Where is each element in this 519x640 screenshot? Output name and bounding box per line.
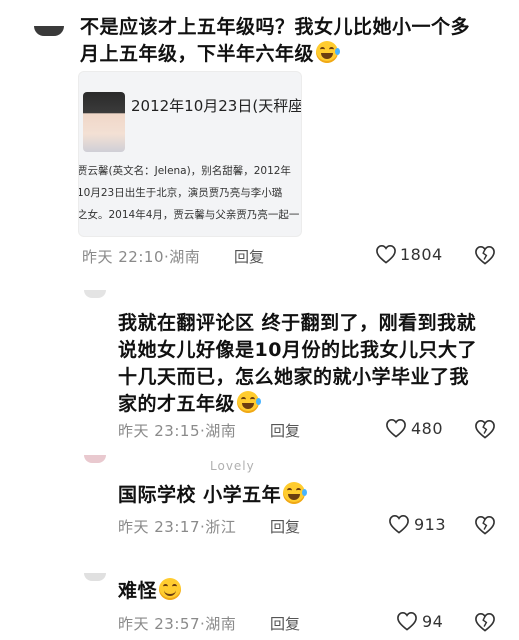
comment-time: 昨天 22:10 xyxy=(82,248,164,266)
like-button[interactable]: 94 xyxy=(396,611,443,631)
broken-heart-icon[interactable] xyxy=(474,612,496,632)
heart-outline-icon xyxy=(386,418,406,438)
commenter-avatar[interactable] xyxy=(84,290,106,298)
comment-meta: 昨天 22:10·湖南 xyxy=(82,248,201,266)
commenter-avatar[interactable] xyxy=(84,573,106,581)
comment-text-line: 难怪 xyxy=(118,580,158,602)
reply-button[interactable]: 回复 xyxy=(270,420,300,441)
comment-time: 昨天 23:57 xyxy=(118,615,200,633)
comment-text: 国际学校 小学五年 xyxy=(118,482,308,509)
like-count: 480 xyxy=(411,418,444,438)
like-count: 1804 xyxy=(400,244,443,264)
comment-text-line: 月上五年级，下半年六年级 xyxy=(80,43,315,65)
comment-time: 昨天 23:17 xyxy=(118,518,200,536)
comment-text-line: 国际学校 小学五年 xyxy=(118,484,282,506)
comment-meta: 昨天 23:15·湖南 xyxy=(118,422,237,440)
comment-time: 昨天 23:15 xyxy=(118,422,200,440)
like-count: 913 xyxy=(414,514,447,534)
heart-outline-icon xyxy=(397,611,417,631)
card-body-line: 之女。2014年4月，贾云馨与父亲贾乃亮一起一 xyxy=(78,209,300,221)
comment-location: 湖南 xyxy=(169,248,201,266)
comment-location: 浙江 xyxy=(205,518,237,536)
smile-emoji-icon xyxy=(159,578,182,600)
card-body-line: 贾云馨(英文名：Jelena)，别名甜馨，2012年 xyxy=(78,165,291,177)
comment-text: 我就在翻评论区 终于翻到了，刚看到我就 说她女儿好像是10月份的比我女儿只大了 … xyxy=(118,310,477,418)
tears-of-joy-emoji-icon xyxy=(283,482,308,504)
card-headline: 2012年10月23日(天秤座 xyxy=(131,97,302,115)
card-body: 贾云馨(英文名：Jelena)，别名甜馨，2012年 10月23日出生于北京，演… xyxy=(78,160,301,226)
comment-meta: 昨天 23:17·浙江 xyxy=(118,518,237,536)
comment-text-line: 家的才五年级 xyxy=(118,393,236,415)
commenter-name[interactable]: Lovely xyxy=(210,459,255,473)
tears-of-joy-emoji-icon xyxy=(316,41,341,63)
reply-button[interactable]: 回复 xyxy=(270,613,300,634)
broken-heart-icon[interactable] xyxy=(474,419,496,439)
baike-preview-card[interactable]: 2012年10月23日(天秤座 贾云馨(英文名：Jelena)，别名甜馨，201… xyxy=(78,71,302,237)
like-count: 94 xyxy=(422,611,444,631)
card-body-line: 10月23日出生于北京，演员贾乃亮与李小璐 xyxy=(78,187,283,199)
broken-heart-icon[interactable] xyxy=(474,515,496,535)
tears-of-joy-emoji-icon xyxy=(237,391,262,413)
comment-text: 难怪 xyxy=(118,578,182,605)
comment-location: 湖南 xyxy=(205,615,237,633)
comment-meta: 昨天 23:57·湖南 xyxy=(118,615,237,633)
broken-heart-icon[interactable] xyxy=(474,245,496,265)
comment-text-line: 说她女儿好像是10月份的比我女儿只大了 xyxy=(118,339,477,361)
comment-text-line: 不是应该才上五年级吗？我女儿比她小一个多 xyxy=(80,16,471,38)
comment-text-line: 十几天而已，怎么她家的就小学毕业了我 xyxy=(118,366,470,388)
commenter-avatar[interactable] xyxy=(84,455,106,463)
like-button[interactable]: 1804 xyxy=(375,244,443,264)
heart-outline-icon xyxy=(376,244,396,264)
comment-text-line: 我就在翻评论区 终于翻到了，刚看到我就 xyxy=(118,312,477,334)
commenter-avatar[interactable] xyxy=(34,26,64,36)
like-button[interactable]: 480 xyxy=(385,418,443,438)
reply-button[interactable]: 回复 xyxy=(270,516,300,537)
comment-location: 湖南 xyxy=(205,422,237,440)
profile-photo xyxy=(83,92,125,152)
like-button[interactable]: 913 xyxy=(388,514,446,534)
reply-button[interactable]: 回复 xyxy=(234,246,264,267)
heart-outline-icon xyxy=(389,514,409,534)
comment-text: 不是应该才上五年级吗？我女儿比她小一个多 月上五年级，下半年六年级 xyxy=(80,14,470,68)
